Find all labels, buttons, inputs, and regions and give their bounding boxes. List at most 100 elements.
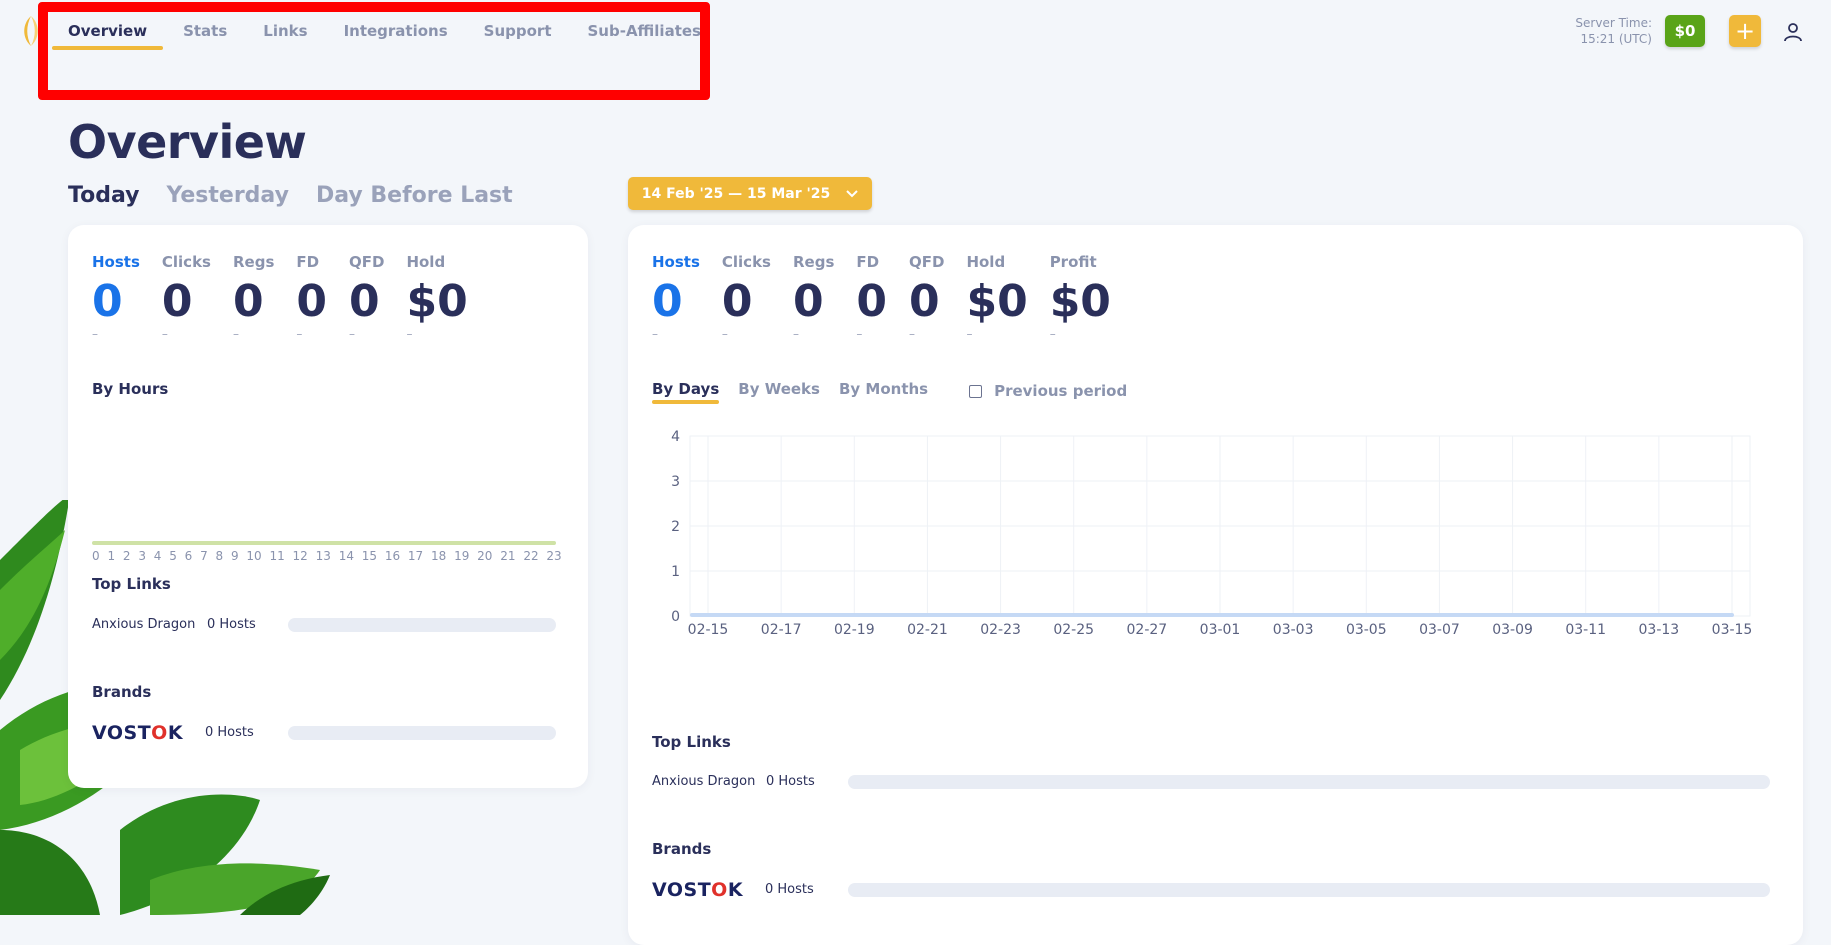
x-tick-label: 03-01 (1200, 622, 1241, 638)
previous-period-label: Previous period (994, 382, 1128, 400)
stat-qfd: QFD 0 – (909, 253, 944, 341)
stat-hold: Hold $0 – (406, 253, 467, 341)
hour-labels: 0 1 2 3 4 5 6 7 8 9 10 11 12 13 14 15 16 17 18 19 20 21 22 23 (92, 549, 562, 563)
stat-hosts: Hosts 0 – (652, 253, 700, 341)
hour-label: 16 (384, 549, 401, 563)
hour-label: 9 (230, 549, 239, 563)
x-tick-label: 02-23 (980, 622, 1021, 638)
balance-button[interactable]: $0 (1665, 15, 1705, 47)
stat-label: Clicks (721, 253, 771, 271)
stat-fd: FD 0 – (296, 253, 327, 341)
tab-by-weeks[interactable]: By Weeks (738, 380, 820, 402)
tab-day-before-last[interactable]: Day Before Last (316, 183, 513, 208)
hour-label: 20 (477, 549, 493, 563)
day-tabs: Today Yesterday Day Before Last (68, 183, 540, 208)
stat-regs: Regs 0 – (233, 253, 274, 341)
nav-integrations[interactable]: Integrations (344, 0, 448, 50)
stat-clicks: Clicks 0 – (722, 253, 771, 341)
hour-label: 19 (454, 549, 470, 563)
x-tick-label: 03-07 (1419, 622, 1460, 638)
tab-today[interactable]: Today (68, 183, 139, 208)
previous-period-toggle[interactable]: Previous period (969, 380, 1127, 402)
tab-yesterday[interactable]: Yesterday (166, 183, 288, 208)
stat-label: Regs (792, 253, 835, 271)
top-link-row[interactable]: Anxious Dragon 0 Hosts (652, 774, 815, 789)
y-tick-label: 3 (671, 474, 680, 490)
tab-by-days[interactable]: By Days (652, 380, 720, 404)
stat-change: – (92, 327, 98, 341)
nav-links[interactable]: Links (263, 0, 307, 50)
brand-progress-bar (848, 883, 1770, 897)
stat-label: FD (856, 253, 880, 271)
hour-label: 22 (523, 549, 539, 563)
stat-value: 0 (652, 276, 683, 327)
hour-label: 7 (200, 549, 208, 563)
nav-stats[interactable]: Stats (183, 0, 227, 50)
link-hosts: 0 Hosts (207, 617, 256, 632)
x-tick-label: 03-11 (1565, 622, 1606, 638)
vostok-brand-logo: VOSTOK (652, 879, 744, 901)
x-tick-label: 02-25 (1053, 622, 1094, 638)
x-tick-label: 03-13 (1639, 622, 1680, 638)
stat-change: – (652, 327, 658, 341)
hour-label: 1 (107, 549, 116, 563)
top-links-title: Top Links (92, 575, 171, 593)
add-funds-button[interactable]: + (1729, 15, 1761, 47)
by-hours-title: By Hours (92, 380, 169, 398)
chevron-down-icon (846, 189, 858, 197)
stat-value: 0 (792, 276, 824, 327)
brands-title: Brands (652, 840, 712, 858)
nav-overview[interactable]: Overview (51, 0, 164, 50)
stat-hosts: Hosts 0 – (92, 253, 140, 341)
daily-chart: 0 1 2 3 4 02-15 02-17 02-19 02-21 02-23 02-25 02-27… (671, 429, 1752, 638)
stat-label: Regs (232, 253, 275, 271)
stat-change: – (792, 327, 799, 341)
server-time-value: 15:21 (UTC) (1580, 32, 1652, 46)
stat-change: – (161, 327, 168, 341)
top-links-title: Top Links (652, 733, 731, 751)
x-tick-label: 02-27 (1127, 622, 1168, 638)
stat-value: 0 (721, 276, 753, 327)
y-tick-label: 4 (671, 429, 680, 445)
stat-label: FD (296, 253, 320, 271)
period-tabs: By Days By Weeks By Months Previous peri… (652, 380, 1127, 404)
tab-by-months[interactable]: By Months (839, 380, 928, 402)
top-link-row[interactable]: Anxious Dragon 0 Hosts (92, 617, 256, 632)
previous-period-checkbox[interactable] (969, 384, 983, 398)
stat-profit: Profit $0 – (1050, 253, 1111, 341)
x-tick-label: 02-19 (834, 622, 875, 638)
link-hosts: 0 Hosts (766, 774, 815, 789)
today-stats: Hosts 0 – Clicks 0 – Regs 0 – FD 0 – QFD… (92, 253, 490, 341)
nav-sub-affiliates[interactable]: Sub-Affiliates (588, 0, 701, 50)
stat-label: Hold (406, 253, 446, 271)
top-navigation: Overview Stats Links Integrations Suppor… (51, 0, 737, 50)
nav-support[interactable]: Support (484, 0, 552, 50)
hour-label: 5 (169, 549, 177, 563)
link-progress-bar (848, 775, 1770, 789)
stat-value: $0 (1049, 276, 1111, 327)
server-time-label: Server Time: (1575, 16, 1652, 30)
stat-regs: Regs 0 – (793, 253, 834, 341)
stat-label: Profit (1049, 253, 1097, 271)
brand-hosts: 0 Hosts (765, 882, 814, 897)
user-icon[interactable] (1781, 20, 1805, 44)
stat-qfd: QFD 0 – (349, 253, 384, 341)
stat-fd: FD 0 – (856, 253, 887, 341)
y-tick-label: 1 (671, 564, 680, 580)
brand-progress-bar (288, 726, 556, 740)
stat-value: 0 (232, 276, 264, 327)
stat-change: – (1049, 327, 1056, 341)
date-range-picker[interactable]: 14 Feb '25 — 15 Mar '25 (628, 177, 872, 210)
x-tick-label: 02-17 (761, 622, 802, 638)
hour-label: 3 (138, 549, 146, 563)
stat-value: $0 (966, 276, 1028, 327)
hour-label: 13 (315, 549, 331, 563)
hour-label: 23 (546, 549, 562, 563)
stat-change: – (856, 327, 863, 341)
brand-logo-icon[interactable] (18, 14, 44, 48)
x-tick-label: 02-15 (688, 622, 729, 638)
stat-label: QFD (909, 253, 945, 271)
hour-label: 0 (92, 549, 100, 563)
stat-value: 0 (856, 276, 887, 327)
stat-value: 0 (92, 276, 123, 327)
